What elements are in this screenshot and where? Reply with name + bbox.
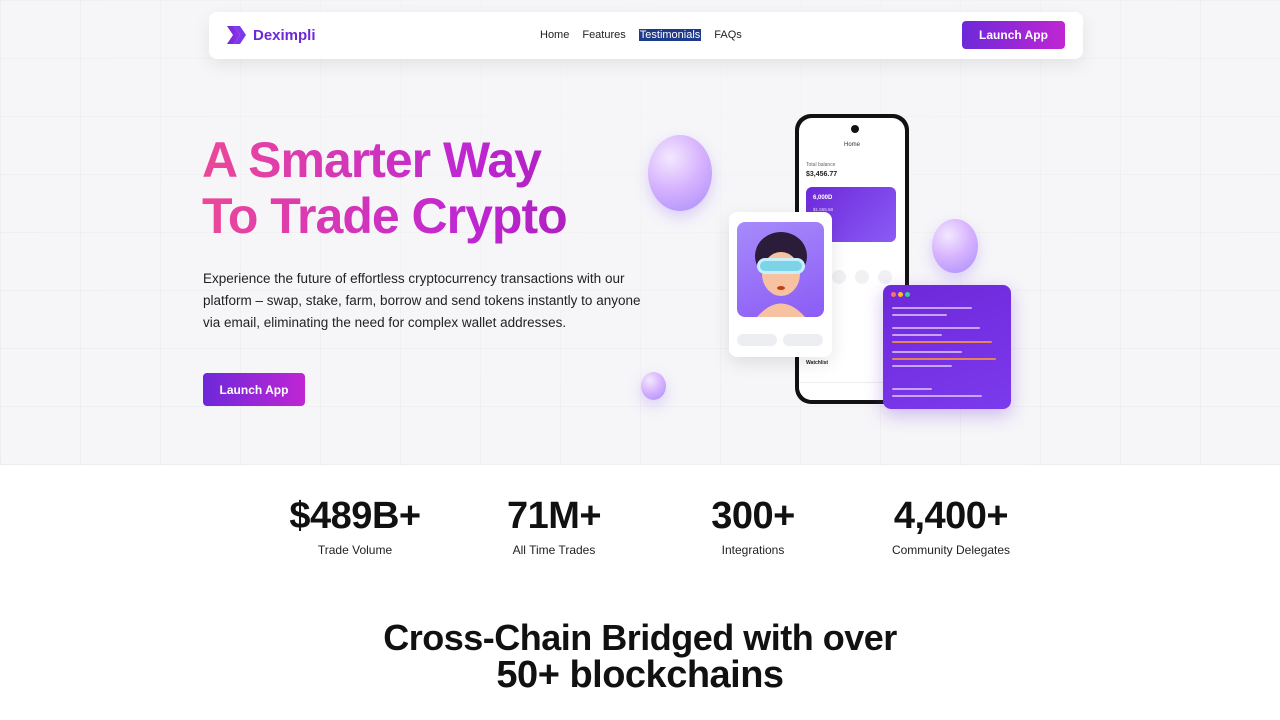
hero-description: Experience the future of effortless cryp…: [203, 271, 641, 330]
code-line: [892, 388, 932, 390]
launch-app-button-hero[interactable]: Launch App: [203, 373, 305, 406]
stats-section: $489B+ Trade Volume 71M+ All Time Trades…: [255, 494, 1055, 564]
stat-label: Community Delegates: [891, 543, 1011, 557]
stat-label: All Time Trades: [512, 543, 596, 557]
avatar-pill-left: [737, 334, 777, 346]
code-line: [892, 341, 992, 343]
stat-value: 300+: [711, 495, 795, 537]
stat-value: 71M+: [506, 495, 602, 537]
code-line: [892, 334, 942, 336]
phone-card-value: 6,000D: [813, 195, 833, 201]
phone-balance-label: Total balance: [806, 162, 836, 168]
code-line: [892, 307, 972, 309]
decorative-orb-small: [641, 372, 666, 400]
code-line: [892, 314, 947, 316]
decorative-orb-right: [932, 219, 978, 273]
stat-all-time-trades: 71M+ All Time Trades: [454, 494, 654, 557]
code-line: [892, 351, 962, 353]
avatar-card: [729, 212, 832, 357]
window-dot-red: [891, 292, 896, 297]
nav-link-features[interactable]: Features: [582, 29, 625, 41]
window-dot-green: [905, 292, 910, 297]
phone-home-title: Home: [843, 142, 860, 148]
nav-link-testimonials[interactable]: Testimonials: [638, 29, 702, 41]
stat-value: $489B+: [289, 495, 421, 537]
vr-headset-person-icon: [755, 232, 807, 317]
phone-camera-notch: [851, 125, 859, 133]
crosschain-subheading: 50+ blockchains: [496, 654, 784, 696]
stat-trade-volume: $489B+ Trade Volume: [255, 494, 455, 557]
brand-logo[interactable]: Deximpli: [227, 26, 316, 44]
phone-more-icon: [878, 270, 892, 284]
chevrons-logo-icon: [227, 26, 246, 44]
phone-swap-icon: [832, 270, 846, 284]
code-line: [892, 358, 996, 360]
nav-links: Home Features Testimonials FAQs: [540, 29, 755, 41]
nav-link-faqs[interactable]: FAQs: [714, 29, 742, 41]
hero-headline: A Smarter Way To Trade Crypto: [202, 132, 642, 244]
nav-link-home[interactable]: Home: [540, 29, 569, 41]
stat-community-delegates: 4,400+ Community Delegates: [851, 494, 1051, 557]
code-snippet-card: [883, 285, 1011, 409]
phone-receive-icon: [855, 270, 869, 284]
brand-name: Deximpli: [253, 26, 316, 44]
navbar: Deximpli Home Features Testimonials FAQs…: [209, 12, 1083, 59]
stat-integrations: 300+ Integrations: [653, 494, 853, 557]
hero-headline-line2: To Trade Crypto: [202, 188, 642, 244]
window-dot-yellow: [898, 292, 903, 297]
stat-value: 4,400+: [893, 495, 1009, 537]
stat-label: Integrations: [721, 543, 785, 557]
phone-balance-value: $3,456.77: [806, 171, 838, 178]
hero-headline-line1: A Smarter Way: [202, 132, 642, 188]
crosschain-heading: Cross-Chain Bridged with over: [383, 617, 897, 658]
phone-watchlist-label: Watchlist: [806, 360, 829, 366]
code-line: [892, 365, 952, 367]
vr-avatar-image: [737, 222, 824, 317]
code-line: [892, 395, 982, 397]
launch-app-button-nav[interactable]: Launch App: [962, 21, 1065, 49]
avatar-pill-right: [783, 334, 823, 346]
stat-label: Trade Volume: [317, 543, 393, 557]
code-line: [892, 327, 980, 329]
decorative-orb-large: [648, 135, 712, 211]
